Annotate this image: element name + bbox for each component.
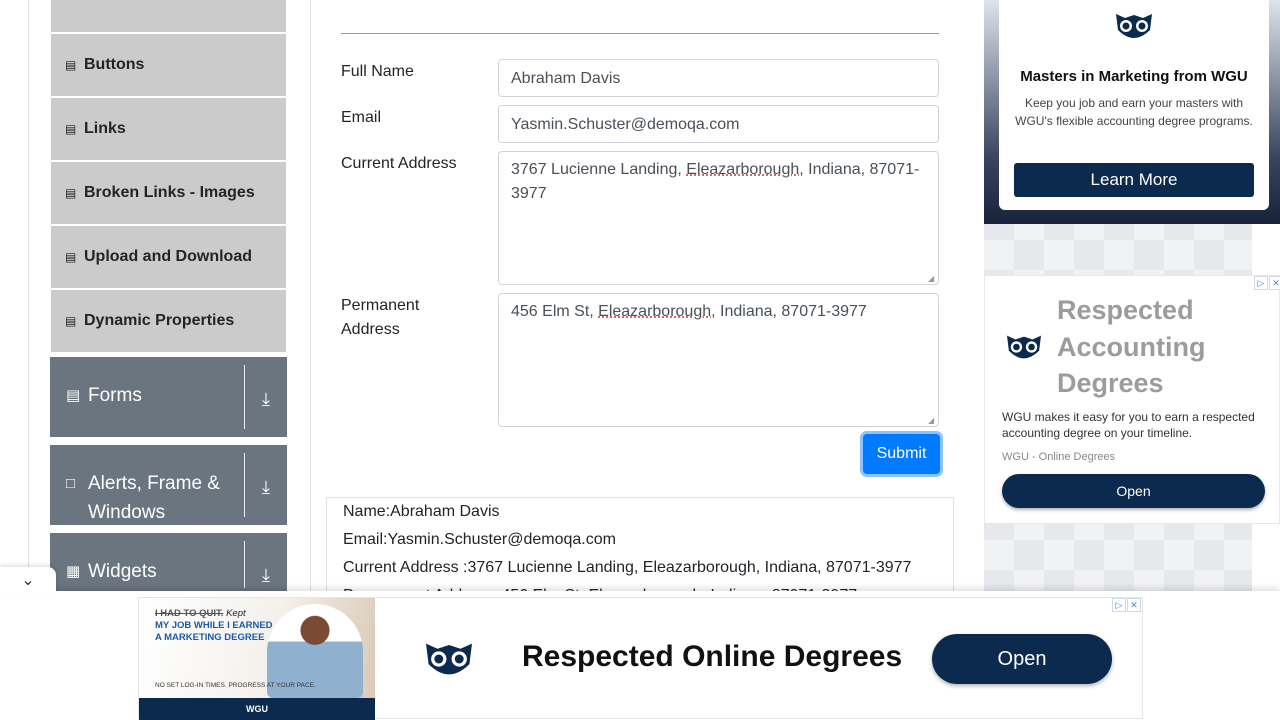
sidebar-group-widgets[interactable]: ▦ Widgets ⤓ [50,533,287,596]
spellcheck-word: Eleazarborough [598,303,712,320]
ad-wgu-accounting[interactable]: ▷ ✕ Respected Accounting Degrees WGU mak… [984,275,1280,524]
close-icon[interactable]: ✕ [1269,276,1280,290]
chevron-down-icon[interactable]: ⌄ [0,567,56,593]
open-button[interactable]: Open [932,634,1112,684]
ad-image-text: I HAD TO QUIT. Kept [155,608,246,620]
ad-image-small-text: NO SET LOG-IN TIMES. PROGRESS AT YOUR PA… [155,682,316,689]
email-label: Email [341,109,382,126]
address-part: 456 Elm St, [511,303,599,320]
ad-title: Respected Online Degrees [522,640,903,673]
ad-title: Masters in Marketing from WGU [1020,68,1248,85]
sidebar-item-label: Links [84,120,126,137]
full-name-label: Full Name [341,63,414,80]
ad-image-text-struck: I HAD TO QUIT. [155,608,224,619]
sidebar-item-partial[interactable] [51,0,286,32]
adchoices-icon[interactable]: ▷ [1254,276,1268,290]
adchoices-icon[interactable]: ▷ [1112,598,1126,612]
sidebar-item-label: Broken Links - Images [84,184,255,201]
download-icon[interactable]: ⤓ [245,533,287,596]
sidebar: ▤ Buttons ▤ Links ▤ Broken Links - Image… [50,0,287,354]
group-header: ▤ Forms [50,357,244,437]
divider [341,33,939,34]
address-part: 3767 Lucienne Landing, [511,161,687,178]
divider [28,0,29,596]
sidebar-item-broken-links[interactable]: ▤ Broken Links - Images [51,162,286,224]
output-current-address: Current Address :3767 Lucienne Landing, … [343,559,912,576]
wgu-owl-icon [426,643,472,675]
group-header: □ Alerts, Frame & Windows [50,445,244,525]
ad-description: WGU makes it easy for you to earn a resp… [1002,410,1255,440]
permanent-address-text: 456 Elm St, Eleazarborough, Indiana, 870… [511,303,867,320]
ad-headline: Respected Accounting Degrees [1057,295,1206,398]
wgu-owl-icon [1116,14,1152,38]
resize-handle-icon[interactable]: ◢ [928,274,937,283]
html5-icon: ▤ [65,58,77,72]
download-icon[interactable]: ⤓ [245,445,287,525]
html5-icon: ▤ [65,314,77,328]
ad-image-logo: WGU [139,698,375,720]
ad-source: WGU - Online Degrees [1002,451,1116,463]
widgets-icon: ▦ [66,563,81,580]
wgu-owl-icon [1007,335,1041,359]
submit-button[interactable]: Submit [863,434,940,474]
divider [310,0,311,596]
ad-image-text: MY JOB WHILE I EARNED [155,620,273,631]
permanent-address-textarea[interactable]: 456 Elm St, Eleazarborough, Indiana, 870… [498,293,939,427]
output-name: Name:Abraham Davis [343,503,500,520]
ad-image-text-handwritten: Kept [226,608,246,619]
current-address-textarea[interactable]: 3767 Lucienne Landing, Eleazarborough, I… [498,151,939,285]
ad-image: I HAD TO QUIT. Kept MY JOB WHILE I EARNE… [139,598,375,720]
full-name-input[interactable]: Abraham Davis [498,59,939,97]
output-panel: Name:Abraham Davis Email:Yasmin.Schuster… [326,497,954,597]
sidebar-item-buttons[interactable]: ▤ Buttons [51,34,286,96]
group-label: Alerts, Frame & Windows [88,473,220,523]
window-icon: □ [66,475,76,492]
sidebar-item-upload-download[interactable]: ▤ Upload and Download [51,226,286,288]
email-input[interactable]: Yasmin.Schuster@demoqa.com [498,105,939,143]
close-icon[interactable]: ✕ [1127,598,1141,612]
current-address-text: 3767 Lucienne Landing, Eleazarborough, I… [511,161,919,202]
open-button[interactable]: Open [1002,474,1265,508]
sidebar-sub-list: ▤ Buttons ▤ Links ▤ Broken Links - Image… [50,0,287,352]
html5-icon: ▤ [65,186,77,200]
anchor-ad-banner[interactable]: I HAD TO QUIT. Kept MY JOB WHILE I EARNE… [138,597,1143,720]
ad-card[interactable]: Masters in Marketing from WGU Keep you j… [999,0,1269,210]
ad-description: Keep you job and earn your masters with … [1015,96,1253,128]
html5-icon: ▤ [65,122,77,136]
resize-handle-icon[interactable]: ◢ [928,416,937,425]
sidebar-item-links[interactable]: ▤ Links [51,98,286,160]
sidebar-item-label: Dynamic Properties [84,312,235,329]
sidebar-group-alerts[interactable]: □ Alerts, Frame & Windows ⤓ [50,445,287,525]
form-icon: ▤ [66,387,81,404]
spellcheck-word: Eleazarborough [686,161,800,178]
address-part: , Indiana, 87071-3977 [711,303,867,320]
sidebar-group-forms[interactable]: ▤ Forms ⤓ [50,357,287,437]
sidebar-item-label: Buttons [84,56,145,73]
ad-image-text: A MARKETING DEGREE [155,632,265,643]
current-address-label: Current Address [341,155,457,172]
download-icon[interactable]: ⤓ [245,357,287,437]
group-label: Forms [88,385,142,406]
permanent-address-label: Permanent Address [341,297,420,338]
html5-icon: ▤ [65,250,77,264]
group-header: ▦ Widgets [50,533,244,596]
sidebar-item-dynamic-properties[interactable]: ▤ Dynamic Properties [51,290,286,352]
sidebar-item-label: Upload and Download [84,248,252,265]
learn-more-button[interactable]: Learn More [1014,163,1254,197]
group-label: Widgets [88,561,157,582]
page: ▤ Buttons ▤ Links ▤ Broken Links - Image… [0,0,1280,720]
output-email: Email:Yasmin.Schuster@demoqa.com [343,531,616,548]
